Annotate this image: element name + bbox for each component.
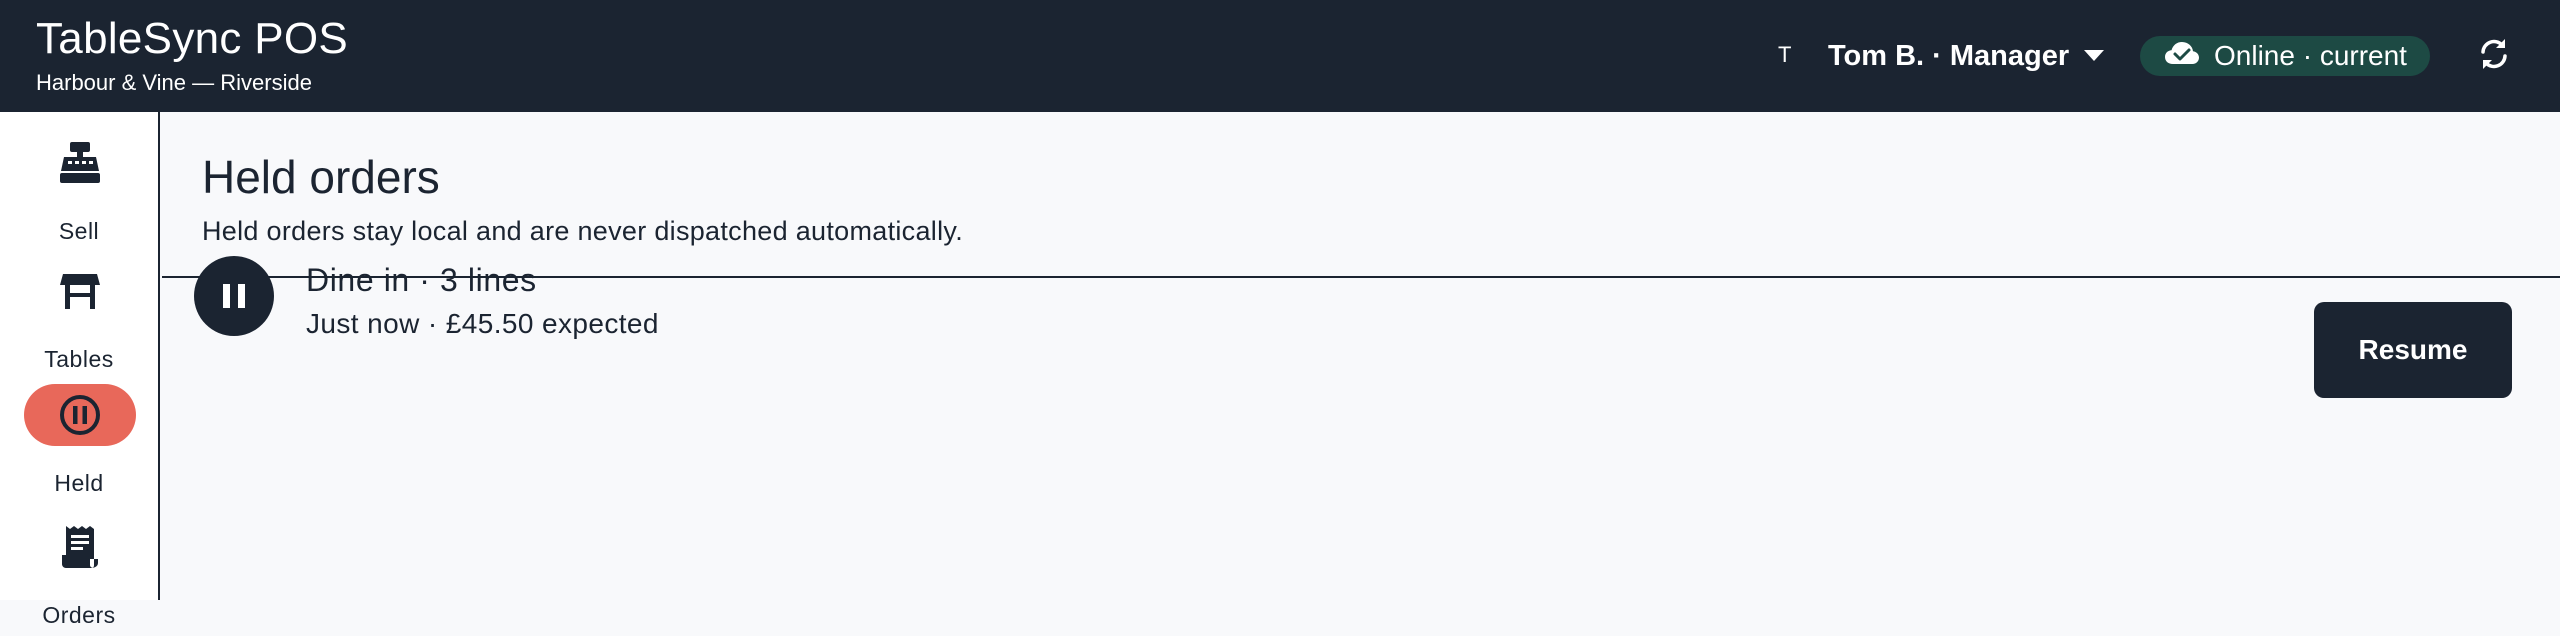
sidebar-item-tables[interactable]: Tables (0, 260, 158, 380)
sidebar-item-held[interactable]: Held (0, 384, 158, 504)
sidebar-item-label: Sell (58, 218, 100, 244)
held-order-title: Dine in · 3 lines (306, 262, 537, 298)
sidebar-item-orders[interactable]: Orders (0, 516, 158, 636)
sidebar-nav: Sell Tables Held Orders (0, 112, 160, 628)
connection-status-label: Online · current (2214, 40, 2407, 71)
user-menu-button[interactable]: Tom B. · Manager (1828, 36, 2105, 76)
held-order-meta: Just now · £45.50 expected (306, 308, 659, 339)
table-icon (24, 260, 136, 322)
connection-status-badge: Online · current (2140, 36, 2430, 76)
sync-icon (2475, 35, 2513, 78)
page-title: Held orders (202, 151, 440, 203)
user-avatar-initial: T (1778, 42, 1792, 67)
resume-button[interactable]: Resume (2314, 302, 2512, 398)
page-subtitle: Held orders stay local and are never dis… (202, 216, 963, 246)
user-menu-label: Tom B. · Manager (1828, 39, 2070, 72)
sync-button[interactable] (2468, 30, 2520, 82)
sidebar-item-label: Tables (44, 346, 114, 372)
sidebar-item-label: Held (54, 470, 104, 496)
location-name: Harbour & Vine — Riverside (36, 70, 312, 95)
main-content: Held orders Held orders stay local and a… (162, 112, 2560, 600)
pause-circle-icon (24, 384, 136, 446)
caret-down-icon (2083, 49, 2105, 63)
app-title: TableSync POS (36, 14, 349, 63)
receipt-icon (24, 516, 136, 578)
cloud-check-icon (2164, 40, 2200, 73)
sidebar-item-sell[interactable]: Sell (0, 132, 158, 252)
cash-register-icon (24, 132, 136, 194)
pause-icon (194, 256, 274, 336)
top-bar: TableSync POS Harbour & Vine — Riverside… (0, 0, 2560, 112)
sidebar-item-label: Orders (42, 602, 116, 628)
